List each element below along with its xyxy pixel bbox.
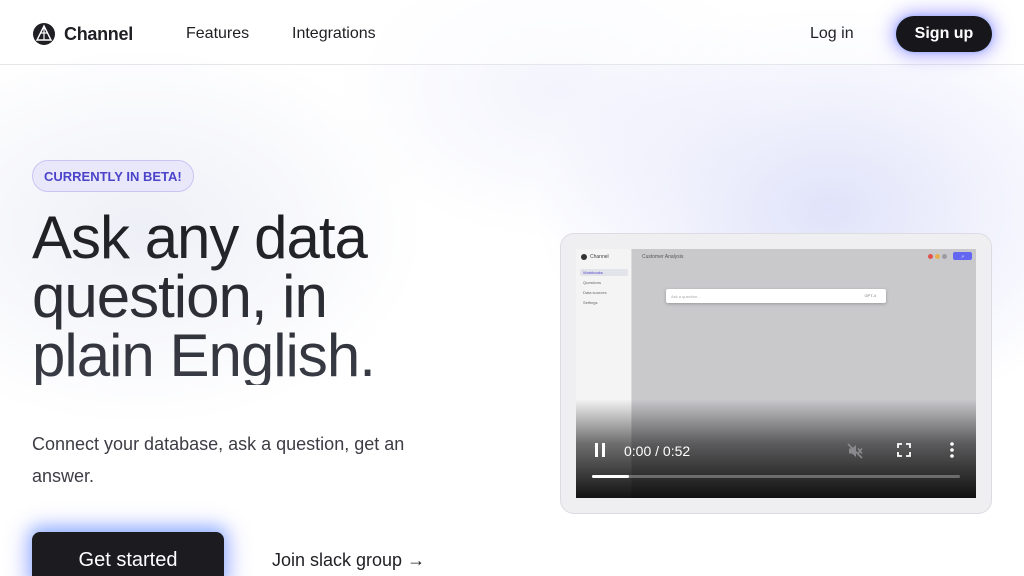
video-progress-bar[interactable] bbox=[592, 475, 960, 478]
nav-features-link[interactable]: Features bbox=[186, 25, 249, 43]
top-navbar: Channel Features Integrations Log in Sig… bbox=[0, 0, 1024, 65]
app-preview-logo-icon bbox=[581, 254, 587, 260]
headline-line-2: question, in bbox=[32, 263, 327, 330]
hero-headline: Ask any data question, in plain English. bbox=[32, 208, 502, 385]
login-link[interactable]: Log in bbox=[810, 25, 854, 43]
mute-icon bbox=[847, 443, 863, 459]
pause-button[interactable] bbox=[592, 442, 608, 458]
headline-line-3: plain English. bbox=[32, 322, 375, 389]
app-preview-nav-item: Data sources bbox=[583, 290, 607, 295]
channel-logo-icon bbox=[33, 23, 55, 45]
dot-icon bbox=[935, 254, 940, 259]
hero-subtitle: Connect your database, ask a question, g… bbox=[32, 434, 405, 486]
more-vertical-icon bbox=[950, 442, 954, 458]
app-preview-nav-item: Settings bbox=[583, 300, 598, 305]
get-started-button[interactable]: Get started bbox=[32, 532, 224, 576]
app-preview-nav-item: Workbooks bbox=[580, 269, 628, 276]
nav-integrations-link[interactable]: Integrations bbox=[292, 25, 376, 43]
brand-name: Channel bbox=[64, 23, 133, 44]
video-progress-fill bbox=[592, 475, 629, 478]
app-preview-brand: Channel bbox=[590, 254, 609, 260]
fullscreen-icon bbox=[897, 443, 911, 457]
app-preview-title: Customer Analysis bbox=[642, 254, 684, 260]
app-preview-share: ↗ bbox=[953, 252, 972, 260]
fullscreen-button[interactable] bbox=[896, 442, 912, 458]
pause-icon bbox=[595, 443, 605, 457]
dot-icon bbox=[942, 254, 947, 259]
join-slack-link[interactable]: Join slack group → bbox=[272, 550, 425, 571]
dot-icon bbox=[928, 254, 933, 259]
headline-line-1: Ask any data bbox=[32, 204, 367, 271]
signup-button[interactable]: Sign up bbox=[896, 16, 992, 52]
app-preview-model: GPT-4 bbox=[864, 293, 876, 298]
app-preview-search: Ask a question... GPT-4 bbox=[666, 289, 886, 303]
brand-logo[interactable]: Channel bbox=[32, 22, 133, 46]
app-preview-logo: Channel bbox=[581, 254, 609, 260]
mute-button[interactable] bbox=[846, 442, 864, 460]
app-preview-window-dots bbox=[928, 254, 947, 259]
video-time: 0:00 / 0:52 bbox=[624, 443, 691, 459]
app-preview-nav-item: Questions bbox=[583, 280, 602, 285]
app-preview-search-placeholder: Ask a question... bbox=[671, 293, 701, 299]
beta-badge: CURRENTLY IN BETA! bbox=[32, 160, 194, 192]
more-options-button[interactable] bbox=[944, 442, 960, 458]
demo-video-player[interactable]: Channel Workbooks Questions Data sources… bbox=[576, 249, 976, 498]
